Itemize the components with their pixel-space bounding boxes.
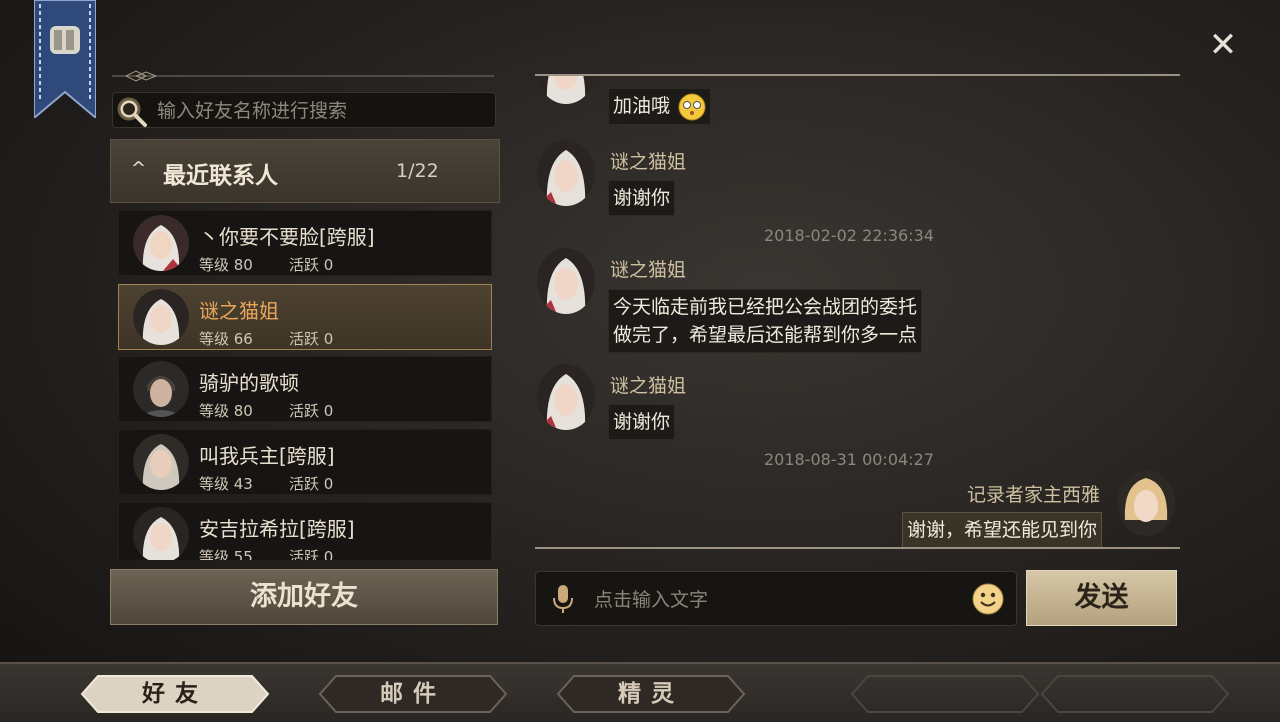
avatar bbox=[537, 248, 595, 314]
friend-item[interactable]: 谜之猫姐 等级 66 活跃 0 bbox=[118, 284, 492, 350]
friend-item[interactable]: 叫我兵主[跨服] 等级 43 活跃 0 bbox=[118, 429, 492, 495]
friend-item[interactable]: 骑驴的歌顿 等级 80 活跃 0 bbox=[118, 356, 492, 422]
avatar bbox=[1117, 470, 1175, 536]
tab-friends[interactable]: 好友 bbox=[80, 674, 270, 714]
message-timestamp: 2018-02-02 22:36:34 bbox=[764, 226, 934, 245]
friend-item[interactable]: 丶你要不要脸[跨服] 等级 80 活跃 0 bbox=[118, 210, 492, 276]
friend-name: 谜之猫姐 bbox=[199, 299, 279, 323]
bottom-tab-bar: 好友 邮件 精灵 bbox=[0, 662, 1280, 722]
friend-level: 等级 43 bbox=[199, 475, 253, 493]
sender-name: 谜之猫姐 bbox=[610, 259, 687, 281]
friend-name: 安吉拉希拉[跨服] bbox=[199, 517, 355, 541]
microphone-icon[interactable] bbox=[550, 584, 576, 614]
group-count: 1/22 bbox=[396, 160, 439, 182]
message-text-line: 做完了，希望最后还能帮到你多一点 bbox=[613, 324, 918, 346]
friend-activity: 活跃 0 bbox=[289, 475, 334, 493]
friend-activity: 活跃 0 bbox=[289, 256, 334, 274]
chat-text-input[interactable] bbox=[592, 584, 956, 616]
tab-label: 好友 bbox=[142, 680, 208, 707]
message-text: 加油哦 bbox=[613, 95, 671, 117]
friend-level: 等级 80 bbox=[199, 402, 253, 420]
chat-bubble: 谢谢你 bbox=[608, 180, 676, 216]
avatar bbox=[537, 140, 595, 206]
chat-divider-bottom bbox=[535, 547, 1180, 549]
friend-search-box[interactable] bbox=[112, 92, 496, 128]
recent-contacts-header[interactable]: ^ 最近联系人 1/22 bbox=[110, 139, 500, 203]
friend-name: 叫我兵主[跨服] bbox=[199, 444, 335, 468]
message-text: 谢谢你 bbox=[613, 187, 671, 209]
chat-bubble: 谢谢你 bbox=[608, 404, 676, 440]
avatar bbox=[133, 361, 189, 417]
chat-bubble-mine: 谢谢，希望还能见到你 bbox=[901, 512, 1102, 547]
friend-activity: 活跃 0 bbox=[289, 330, 334, 348]
friend-level: 等级 66 bbox=[199, 330, 253, 348]
tab-label: 邮件 bbox=[380, 680, 446, 707]
chat-bubble: 今天临走前我已经把公会战团的委托 做完了，希望最后还能帮到你多一点 bbox=[608, 289, 923, 353]
chat-input-box[interactable] bbox=[535, 571, 1017, 626]
collapse-chevron-icon: ^ bbox=[131, 158, 147, 179]
friend-name: 丶你要不要脸[跨服] bbox=[199, 225, 375, 249]
friend-list[interactable]: 丶你要不要脸[跨服] 等级 80 活跃 0 谜之猫姐 等级 66 活跃 0 骑驴… bbox=[118, 210, 492, 560]
friend-level: 等级 55 bbox=[199, 548, 253, 560]
add-friend-button[interactable]: 添加好友 bbox=[110, 569, 498, 625]
friend-activity: 活跃 0 bbox=[289, 548, 334, 560]
message-text: 谢谢你 bbox=[613, 411, 671, 433]
friend-activity: 活跃 0 bbox=[289, 402, 334, 420]
chat-bubble: 加油哦 bbox=[608, 88, 712, 125]
avatar bbox=[133, 289, 189, 345]
chat-history[interactable]: 加油哦 谜之猫姐 谢谢你 2018-02-02 22:36:34 谜之猫姐 今天… bbox=[535, 76, 1180, 547]
send-button[interactable]: 发送 bbox=[1026, 570, 1177, 626]
friend-item[interactable]: 安吉拉希拉[跨服] 等级 55 活跃 0 bbox=[118, 502, 492, 560]
decorative-tab-frames bbox=[850, 675, 1230, 713]
group-title: 最近联系人 bbox=[163, 163, 278, 189]
avatar bbox=[133, 507, 189, 560]
tab-spirit[interactable]: 精灵 bbox=[556, 674, 746, 714]
friend-name: 骑驴的歌顿 bbox=[199, 371, 299, 395]
sender-name: 谜之猫姐 bbox=[610, 151, 687, 173]
message-text: 谢谢，希望还能见到你 bbox=[906, 519, 1097, 541]
close-button[interactable]: ✕ bbox=[1206, 28, 1240, 62]
avatar bbox=[537, 76, 595, 104]
sender-name: 谜之猫姐 bbox=[610, 375, 687, 397]
avatar bbox=[537, 364, 595, 430]
panel-ornament bbox=[112, 70, 494, 82]
sender-name: 记录者家主西雅 bbox=[966, 484, 1100, 506]
tab-mail[interactable]: 邮件 bbox=[318, 674, 508, 714]
search-input[interactable] bbox=[155, 97, 489, 125]
search-icon bbox=[117, 97, 147, 127]
message-timestamp: 2018-08-31 00:04:27 bbox=[764, 450, 934, 469]
tab-label: 精灵 bbox=[618, 680, 684, 707]
avatar bbox=[133, 434, 189, 490]
message-text-line: 今天临走前我已经把公会战团的委托 bbox=[613, 296, 918, 318]
emoji-icon bbox=[678, 93, 706, 120]
guild-banner-icon[interactable] bbox=[34, 0, 96, 118]
avatar bbox=[133, 215, 189, 271]
emoji-picker-icon[interactable] bbox=[972, 583, 1004, 615]
friend-level: 等级 80 bbox=[199, 256, 253, 274]
